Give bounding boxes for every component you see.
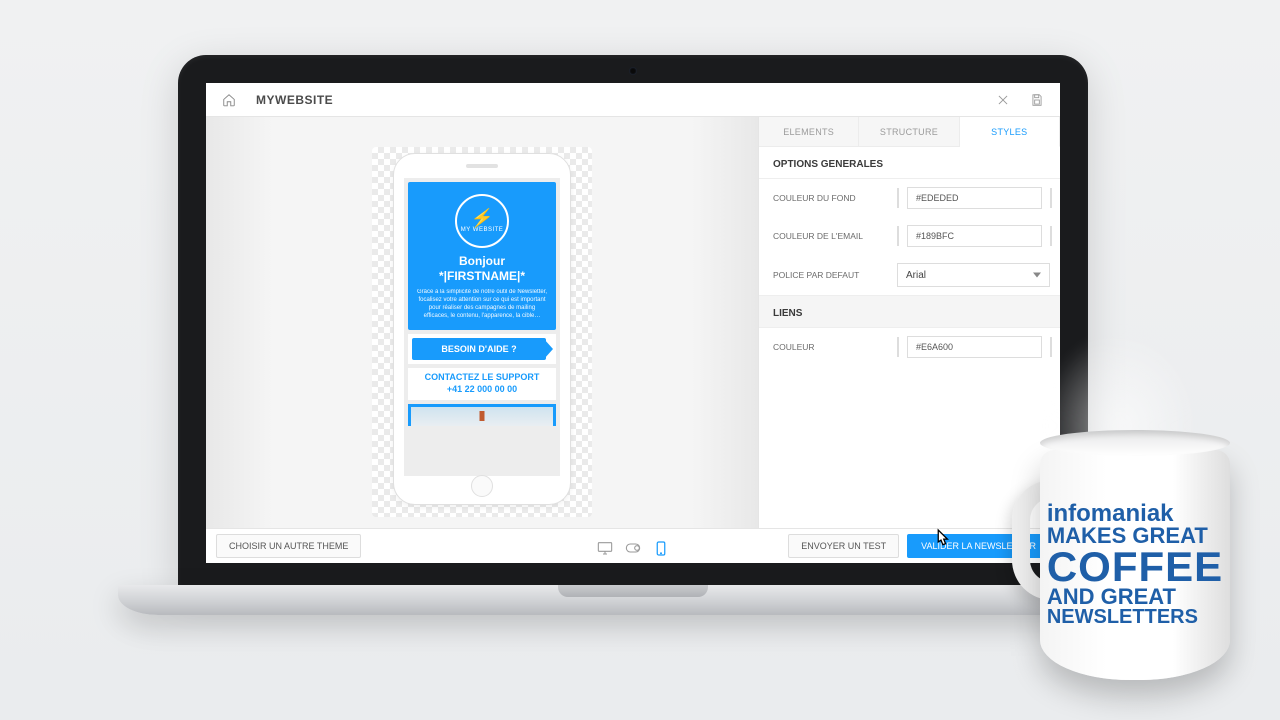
coffee-mug: infomaniak MAKES GREAT COFFEE AND GREAT … (1020, 430, 1240, 680)
bg-color-input[interactable] (907, 187, 1042, 209)
mug-body: infomaniak MAKES GREAT COFFEE AND GREAT … (1040, 450, 1230, 680)
row-link-color: COULEUR (759, 328, 1060, 366)
desktop-view-icon[interactable] (597, 541, 613, 555)
image-block[interactable] (408, 404, 556, 426)
support-block[interactable]: CONTACTEZ LE SUPPORT +41 22 000 00 00 (408, 368, 556, 399)
laptop-bezel: MYWEBSITE (178, 55, 1088, 585)
mug-rim (1040, 430, 1230, 456)
phone-speaker (466, 164, 498, 168)
tablet-view-icon[interactable] (625, 541, 641, 555)
laptop-base (118, 585, 1148, 615)
home-icon[interactable] (220, 91, 238, 109)
tab-elements[interactable]: ELEMENTS (759, 117, 859, 147)
hero-body: Grâce à la simplicité de notre outil de … (416, 288, 548, 320)
laptop-camera (629, 67, 637, 75)
hero-line2: *|FIRSTNAME|* (439, 269, 525, 283)
bolt-icon: ⚡ (470, 209, 495, 227)
mug-line3: COFFEE (1047, 547, 1223, 587)
font-select[interactable]: Arial (897, 263, 1050, 287)
link-color-input[interactable] (907, 336, 1042, 358)
section-general-heading: OPTIONS GENERALES (759, 147, 1060, 179)
email-color-label: COULEUR DE L'EMAIL (773, 231, 889, 241)
page-title: MYWEBSITE (256, 93, 333, 107)
mug-slogan: infomaniak MAKES GREAT COFFEE AND GREAT … (1047, 503, 1223, 626)
bg-color-label: COULEUR DU FOND (773, 193, 889, 203)
cta-block[interactable]: BESOIN D'AIDE ? (408, 334, 556, 364)
device-toggle (597, 541, 669, 555)
section-links-heading: LIENS (759, 295, 1060, 328)
tab-styles[interactable]: STYLES (960, 117, 1060, 147)
app-screen: MYWEBSITE (206, 83, 1060, 563)
send-test-button[interactable]: ENVOYER UN TEST (788, 534, 899, 558)
email-hero-block[interactable]: ⚡ MY WEBSITE Bonjour *|FIRSTNAME|* Grâce… (408, 182, 556, 330)
hero-line1: Bonjour (459, 254, 505, 268)
canvas-area[interactable]: ⚡ MY WEBSITE Bonjour *|FIRSTNAME|* Grâce… (206, 117, 758, 528)
row-default-font: POLICE PAR DEFAUT Arial (759, 255, 1060, 295)
laptop-notch (558, 585, 708, 597)
choose-theme-button[interactable]: CHOISIR UN AUTRE THEME (216, 534, 361, 558)
email-color-input[interactable] (907, 225, 1042, 247)
tab-structure[interactable]: STRUCTURE (859, 117, 959, 147)
mug-line5: NEWSLETTERS (1047, 608, 1223, 627)
bg-color-extra[interactable] (1050, 188, 1052, 208)
link-color-swatch[interactable] (897, 337, 899, 357)
mug-line4: AND GREAT (1047, 587, 1223, 608)
bg-color-swatch[interactable] (897, 188, 899, 208)
font-label: POLICE PAR DEFAUT (773, 270, 889, 280)
cta-button[interactable]: BESOIN D'AIDE ? (412, 338, 546, 360)
close-icon[interactable] (994, 91, 1012, 109)
footer-actions: ENVOYER UN TEST VALIDER LA NEWSLETTER (788, 534, 1050, 558)
phone-preview-screen[interactable]: ⚡ MY WEBSITE Bonjour *|FIRSTNAME|* Grâce… (404, 178, 560, 476)
app-header: MYWEBSITE (206, 83, 1060, 117)
panel-tabs: ELEMENTS STRUCTURE STYLES (759, 117, 1060, 147)
footer-bar: CHOISIR UN AUTRE THEME ENVOYER UN TEST V… (206, 528, 1060, 563)
save-icon[interactable] (1028, 91, 1046, 109)
support-line2: +41 22 000 00 00 (447, 384, 517, 394)
main-area: ⚡ MY WEBSITE Bonjour *|FIRSTNAME|* Grâce… (206, 117, 1060, 528)
email-color-swatch[interactable] (897, 226, 899, 246)
phone-preview-frame: ⚡ MY WEBSITE Bonjour *|FIRSTNAME|* Grâce… (393, 153, 571, 505)
logo-badge: ⚡ MY WEBSITE (455, 194, 509, 248)
style-panel: ELEMENTS STRUCTURE STYLES OPTIONS GENERA… (758, 117, 1060, 528)
mobile-view-icon[interactable] (653, 541, 669, 555)
email-color-extra[interactable] (1050, 226, 1052, 246)
header-actions (994, 91, 1046, 109)
row-bg-color: COULEUR DU FOND (759, 179, 1060, 217)
phone-home-button (471, 475, 493, 497)
laptop-frame: MYWEBSITE (178, 55, 1088, 620)
link-color-label: COULEUR (773, 342, 889, 352)
hero-heading: Bonjour *|FIRSTNAME|* (416, 254, 548, 284)
support-line1: CONTACTEZ LE SUPPORT (425, 372, 540, 382)
row-email-color: COULEUR DE L'EMAIL (759, 217, 1060, 255)
font-select-value: Arial (906, 270, 926, 281)
